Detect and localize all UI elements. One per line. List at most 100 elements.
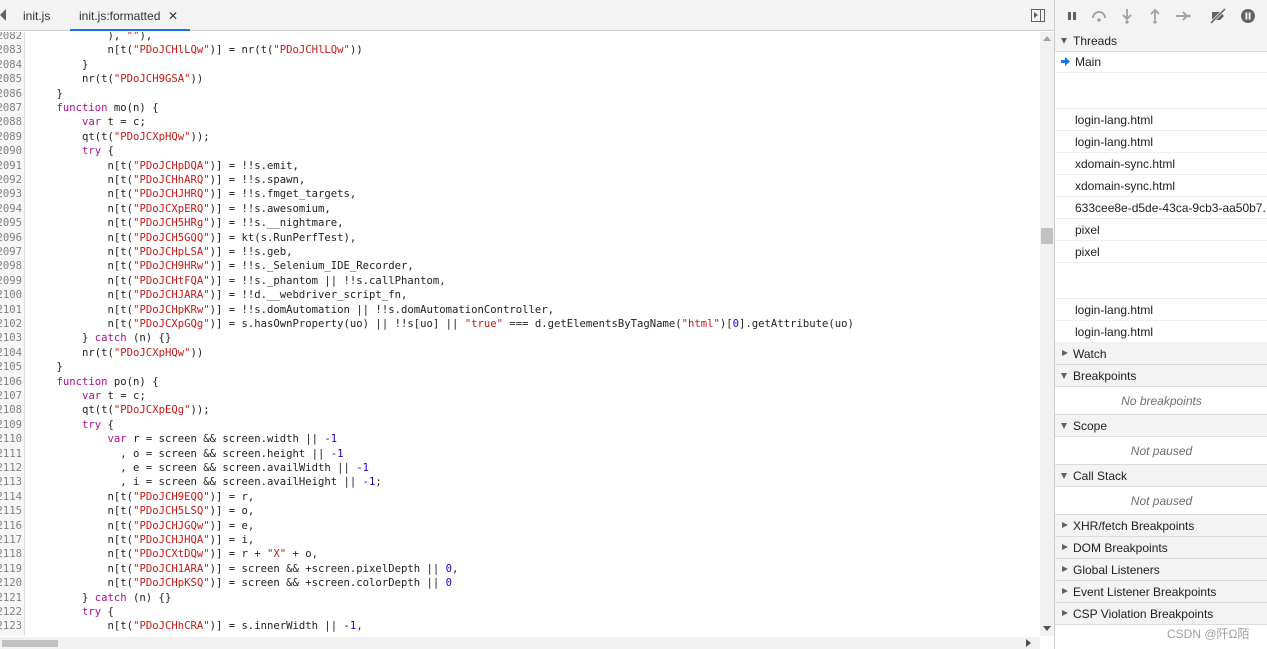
line-number[interactable]: 2097 (0, 245, 22, 259)
code-editor[interactable]: 2082 ), ""), 2083 n[t("PDoJCHlLQw")] = nr… (0, 32, 1040, 636)
scope-section-header[interactable]: Scope (1055, 415, 1267, 437)
line-number[interactable]: 2105 (0, 360, 22, 374)
call-stack-section-header[interactable]: Call Stack (1055, 465, 1267, 487)
line-number[interactable]: 2082 (0, 32, 22, 43)
deactivate-breakpoints-icon[interactable] (1210, 8, 1226, 24)
thread-item[interactable] (1055, 263, 1267, 299)
breakpoints-section-header[interactable]: Breakpoints (1055, 365, 1267, 387)
tab-init-js-formatted[interactable]: init.js:formatted ✕ (70, 0, 190, 31)
step-out-icon[interactable] (1147, 8, 1163, 24)
scroll-right-arrow-icon[interactable] (1026, 639, 1031, 647)
line-number[interactable]: 2123 (0, 619, 22, 633)
line-number[interactable]: 2094 (0, 202, 22, 216)
line-number[interactable]: 2120 (0, 576, 22, 590)
thread-item[interactable]: login-lang.html (1055, 109, 1267, 131)
line-number[interactable]: 2116 (0, 519, 22, 533)
code-text: n[t("PDoJCHtFQA")] = !!s._phantom || !!s… (31, 274, 446, 287)
thread-item-main[interactable]: Main (1055, 51, 1267, 73)
vertical-scrollbar[interactable] (1040, 32, 1054, 636)
thread-item[interactable]: xdomain-sync.html (1055, 175, 1267, 197)
line-number[interactable]: 2118 (0, 547, 22, 561)
step-into-icon[interactable] (1119, 8, 1135, 24)
section-title: Breakpoints (1073, 369, 1137, 383)
thread-item[interactable]: pixel (1055, 241, 1267, 263)
line-number[interactable]: 2111 (0, 447, 22, 461)
vertical-scroll-thumb[interactable] (1041, 228, 1053, 244)
code-text: n[t("PDoJCHJGQw")] = e, (31, 519, 255, 532)
step-over-icon[interactable] (1091, 8, 1107, 24)
nav-left-icon[interactable] (0, 9, 6, 21)
line-number[interactable]: 2086 (0, 87, 22, 101)
line-number[interactable]: 2085 (0, 72, 22, 86)
watch-section-header[interactable]: Watch (1055, 343, 1267, 365)
call-stack-not-paused-message: Not paused (1055, 487, 1267, 515)
line-number[interactable]: 2121 (0, 591, 22, 605)
line-number[interactable]: 2107 (0, 389, 22, 403)
thread-item[interactable]: 633cee8e-d5de-43ca-9cb3-aa50b7... (1055, 197, 1267, 219)
line-number[interactable]: 2090 (0, 144, 22, 158)
thread-item[interactable]: login-lang.html (1055, 299, 1267, 321)
pause-icon[interactable] (1064, 8, 1080, 24)
tab-label: init.js (23, 9, 51, 23)
line-number[interactable]: 2087 (0, 101, 22, 115)
line-number[interactable]: 2110 (0, 432, 22, 446)
global-listeners-section-header[interactable]: Global Listeners (1055, 559, 1267, 581)
code-text: n[t("PDoJCH9HRw")] = !!s._Selenium_IDE_R… (31, 260, 414, 273)
code-text: nr(t("PDoJCH9GSA")) (31, 73, 204, 86)
thread-item[interactable]: pixel (1055, 219, 1267, 241)
line-number[interactable]: 2104 (0, 346, 22, 360)
tab-label: init.js:formatted (79, 9, 161, 23)
horizontal-scrollbar[interactable] (0, 637, 1040, 649)
line-number[interactable]: 2083 (0, 43, 22, 57)
code-text: n[t("PDoJCHhARQ")] = !!s.spawn, (31, 174, 306, 186)
line-number[interactable]: 2100 (0, 288, 22, 302)
pause-on-exceptions-icon[interactable] (1240, 8, 1256, 24)
line-number[interactable]: 2089 (0, 130, 22, 144)
thread-item[interactable]: login-lang.html (1055, 131, 1267, 153)
scroll-up-arrow-icon[interactable] (1043, 36, 1051, 41)
line-number[interactable]: 2119 (0, 562, 22, 576)
event-listener-breakpoints-section-header[interactable]: Event Listener Breakpoints (1055, 581, 1267, 603)
line-number[interactable]: 2095 (0, 216, 22, 230)
line-number[interactable]: 2108 (0, 403, 22, 417)
line-number[interactable]: 2124 (0, 634, 22, 636)
threads-section-header[interactable]: Threads (1055, 30, 1267, 52)
line-number[interactable]: 2102 (0, 317, 22, 331)
line-number[interactable]: 2084 (0, 58, 22, 72)
line-number[interactable]: 2122 (0, 605, 22, 619)
code-text: n[t("PDoJCHlLQw")] = nr(t("PDoJCHlLQw")) (31, 44, 363, 57)
line-number[interactable]: 2098 (0, 259, 22, 273)
horizontal-scroll-thumb[interactable] (2, 640, 58, 647)
line-number[interactable]: 2096 (0, 231, 22, 245)
toggle-debugger-sidebar-icon[interactable] (1031, 9, 1045, 22)
thread-item[interactable]: login-lang.html (1055, 321, 1267, 343)
line-number[interactable]: 2114 (0, 490, 22, 504)
line-number[interactable]: 2091 (0, 159, 22, 173)
line-number[interactable]: 2101 (0, 303, 22, 317)
line-number[interactable]: 2117 (0, 533, 22, 547)
line-number[interactable]: 2109 (0, 418, 22, 432)
line-number[interactable]: 2113 (0, 475, 22, 489)
debugger-toolbar (1055, 0, 1267, 32)
csp-violation-breakpoints-section-header[interactable]: CSP Violation Breakpoints (1055, 603, 1267, 625)
thread-item[interactable]: xdomain-sync.html (1055, 153, 1267, 175)
line-number[interactable]: 2092 (0, 173, 22, 187)
line-number[interactable]: 2115 (0, 504, 22, 518)
tab-init-js[interactable]: init.js (23, 0, 50, 31)
line-number[interactable]: 2106 (0, 375, 22, 389)
line-number[interactable]: 2093 (0, 187, 22, 201)
line-number[interactable]: 2112 (0, 461, 22, 475)
line-number[interactable]: 2103 (0, 331, 22, 345)
section-title: Threads (1073, 34, 1118, 48)
xhr-fetch-breakpoints-section-header[interactable]: XHR/fetch Breakpoints (1055, 515, 1267, 537)
thread-label: pixel (1075, 245, 1100, 259)
code-text: n[t("PDoJCH5GQQ")] = kt(s.RunPerfTest), (31, 231, 357, 244)
scroll-down-arrow-icon[interactable] (1043, 626, 1051, 631)
thread-item[interactable] (1055, 73, 1267, 109)
current-thread-arrow-icon (1061, 57, 1070, 66)
line-number[interactable]: 2099 (0, 274, 22, 288)
step-icon[interactable] (1175, 8, 1191, 24)
dom-breakpoints-section-header[interactable]: DOM Breakpoints (1055, 537, 1267, 559)
close-icon[interactable]: ✕ (168, 0, 178, 33)
line-number[interactable]: 2088 (0, 115, 22, 129)
